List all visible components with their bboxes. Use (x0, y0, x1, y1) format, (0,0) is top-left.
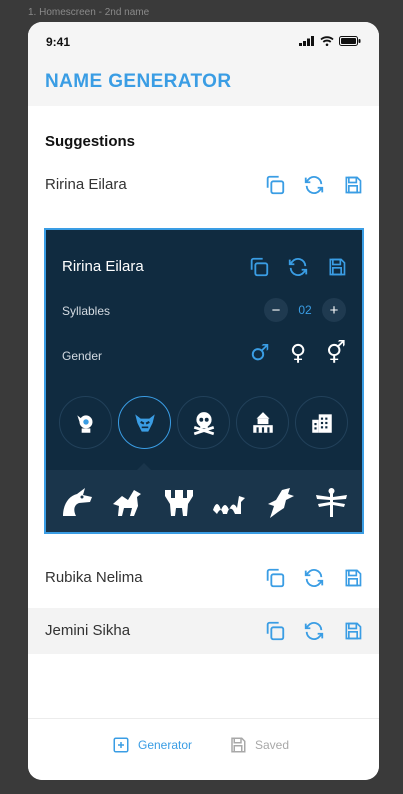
suggestion-row[interactable]: Jemini Sikha (28, 608, 379, 654)
increment-button[interactable]: + (322, 298, 346, 322)
app-title: NAME GENERATOR (45, 71, 232, 92)
decrement-button[interactable]: − (264, 298, 288, 322)
copy-icon[interactable] (262, 172, 287, 197)
save-icon[interactable] (324, 254, 349, 279)
skull-crossbones-icon (193, 411, 214, 435)
refresh-icon[interactable] (301, 565, 326, 590)
copy-icon[interactable] (262, 618, 287, 643)
suggestion-name: Jemini Sikha (45, 622, 131, 639)
suggestion-name: Rubika Nelima (45, 569, 143, 586)
suggestion-name: Ririna Eilara (45, 176, 127, 193)
wifi-icon (320, 36, 334, 46)
save-icon[interactable] (340, 565, 365, 590)
syllables-value: 02 (298, 303, 312, 317)
app-bar: NAME GENERATOR (28, 62, 379, 106)
sea-serpent-icon[interactable] (209, 483, 249, 523)
status-time: 9:41 (46, 35, 71, 49)
monster-mask-icon (134, 413, 155, 432)
add-square-icon (113, 737, 129, 753)
phone-screen: 9:41 NAME GENERATOR Suggestions Ririna E… (28, 22, 379, 780)
category-pirate[interactable] (177, 396, 230, 449)
status-bar: 9:41 (28, 22, 379, 62)
dragon-icon[interactable] (108, 483, 148, 523)
female-icon[interactable]: ♀ (286, 342, 310, 366)
frame-label: 1. Homescreen - 2nd name (28, 7, 150, 18)
nav-generator-label: Generator (138, 738, 193, 752)
nav-saved-label: Saved (255, 738, 290, 752)
category-elf[interactable] (59, 396, 112, 449)
save-icon[interactable] (340, 618, 365, 643)
battery-icon (339, 36, 361, 46)
copy-icon[interactable] (246, 254, 271, 279)
save-icon[interactable] (340, 172, 365, 197)
male-icon[interactable]: ♂ (248, 342, 272, 366)
expanded-name-card: Ririna Eilara Syllables − 02 + Gender ♂ … (44, 228, 364, 534)
copy-icon[interactable] (262, 565, 287, 590)
gender-selector: ♂ ♀ ⚥ (248, 342, 348, 366)
signal-icon (299, 36, 314, 46)
nav-saved[interactable]: Saved (229, 736, 289, 754)
status-icons (299, 36, 361, 46)
elf-icon (76, 414, 92, 433)
suggestion-row[interactable]: Ririna Eilara (28, 162, 379, 208)
bottom-nav: Generator Saved (28, 718, 379, 780)
suggestion-actions (262, 618, 365, 643)
suggestions-title: Suggestions (45, 133, 136, 150)
category-city[interactable] (295, 396, 348, 449)
creature-tray (46, 470, 362, 532)
selection-pointer (137, 463, 151, 470)
temple-icon (252, 411, 273, 433)
card-name: Ririna Eilara (62, 258, 144, 275)
save-icon (231, 737, 246, 753)
card-actions (246, 254, 349, 279)
syllables-stepper: − 02 + (264, 298, 346, 322)
category-temple[interactable] (236, 396, 289, 449)
nav-generator[interactable]: Generator (112, 736, 192, 754)
dragonfly-icon[interactable] (311, 483, 351, 523)
city-building-icon (311, 413, 332, 433)
mars-venus-icon[interactable]: ⚥ (324, 342, 348, 366)
gender-label: Gender (62, 349, 103, 363)
dragon-head-icon[interactable] (57, 483, 97, 523)
category-selector (59, 396, 348, 449)
card-header: Ririna Eilara (46, 230, 362, 302)
suggestion-actions (262, 565, 365, 590)
syllables-label: Syllables (62, 304, 111, 318)
suggestion-row[interactable]: Rubika Nelima (28, 555, 379, 601)
refresh-icon[interactable] (301, 172, 326, 197)
wyvern-icon[interactable] (260, 483, 300, 523)
refresh-icon[interactable] (301, 618, 326, 643)
category-monster[interactable] (118, 396, 171, 449)
hydra-icon[interactable] (159, 483, 199, 523)
refresh-icon[interactable] (285, 254, 310, 279)
suggestion-actions (262, 172, 365, 197)
